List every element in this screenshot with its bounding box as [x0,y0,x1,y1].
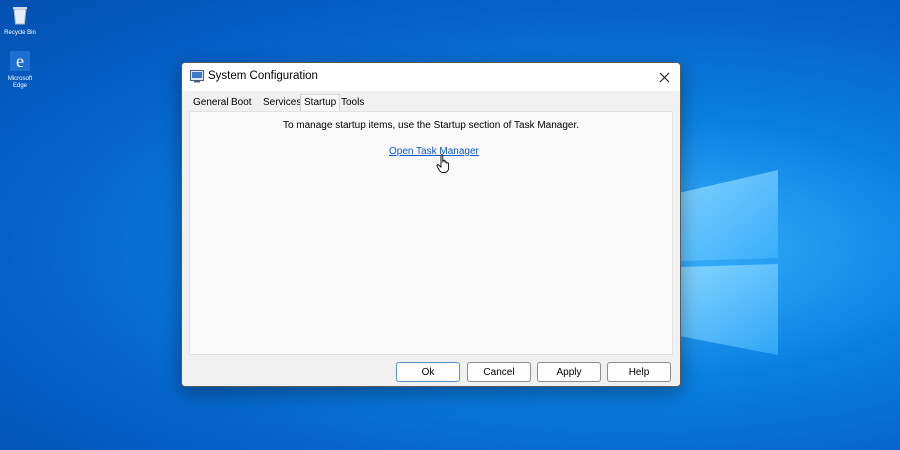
svg-text:e: e [16,51,24,71]
startup-tab-panel: To manage startup items, use the Startup… [189,111,673,355]
recycle-bin-icon [0,4,40,29]
tab-boot[interactable]: Boot [231,97,252,108]
tab-tools[interactable]: Tools [341,97,364,108]
system-configuration-dialog: System Configuration General Boot Servic… [181,62,681,387]
close-button[interactable] [648,63,680,91]
ok-button[interactable]: Ok [396,362,460,382]
hand-cursor-icon [436,154,452,174]
title-bar[interactable]: System Configuration [182,63,680,91]
startup-info-text: To manage startup items, use the Startup… [282,120,580,131]
cancel-button[interactable]: Cancel [467,362,531,382]
apply-button-label: Apply [556,366,582,378]
desktop-icon-recycle-bin[interactable]: Recycle Bin [0,4,40,37]
help-button[interactable]: Help [607,362,671,382]
desktop-icon-label: Microsoft Edge [7,76,33,89]
system-config-icon [190,70,204,83]
dialog-title: System Configuration [208,70,318,82]
tab-general[interactable]: General [193,97,229,108]
close-icon [659,72,669,82]
tab-startup[interactable]: Startup [300,94,341,111]
edge-icon: e [0,50,40,75]
apply-button[interactable]: Apply [537,362,601,382]
tab-services[interactable]: Services [263,97,301,108]
open-task-manager-link[interactable]: Open Task Manager [389,146,479,157]
desktop-icon-label: Recycle Bin [4,30,36,36]
desktop-icon-edge[interactable]: e Microsoft Edge [0,50,40,90]
